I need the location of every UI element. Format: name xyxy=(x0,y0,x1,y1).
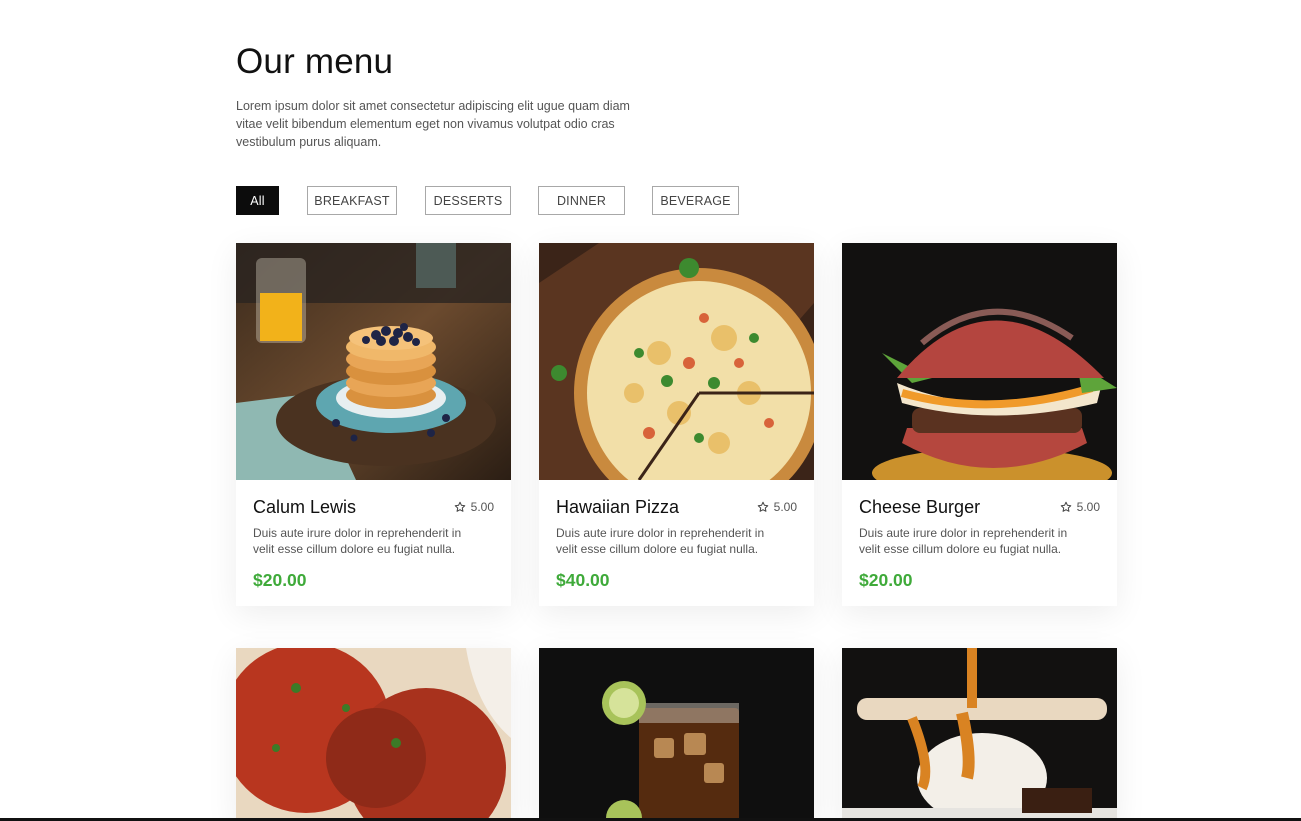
rating: 5.00 xyxy=(757,500,797,514)
card-title: Calum Lewis xyxy=(253,497,357,517)
card-price: $20.00 xyxy=(859,570,913,590)
card-body: Hawaiian Pizza 5.00 Duis aute irure dolo… xyxy=(539,480,814,606)
filter-beverage-button[interactable]: BEVERAGE xyxy=(652,186,739,215)
card-price: $20.00 xyxy=(253,570,307,590)
filter-dinner-button[interactable]: DINNER xyxy=(538,186,625,215)
filter-all-button[interactable]: All xyxy=(236,186,279,215)
filter-breakfast-button[interactable]: BREAKFAST xyxy=(307,186,397,215)
card-title: Cheese Burger xyxy=(859,497,981,517)
card-price: $40.00 xyxy=(556,570,610,590)
star-outline-icon xyxy=(1060,501,1071,512)
pancakes-photo xyxy=(236,243,511,480)
card-body: Calum Lewis 5.00 Duis aute irure dolor i… xyxy=(236,480,511,606)
rating-value: 5.00 xyxy=(773,500,797,514)
card-description: Duis aute irure dolor in reprehenderit i… xyxy=(253,526,462,556)
card-description: Duis aute irure dolor in reprehenderit i… xyxy=(859,526,1068,556)
rating: 5.00 xyxy=(454,500,494,514)
rating-value: 5.00 xyxy=(1076,500,1100,514)
menu-card[interactable] xyxy=(842,648,1117,821)
menu-card[interactable] xyxy=(236,648,511,821)
card-body: Cheese Burger 5.00 Duis aute irure dolor… xyxy=(842,480,1117,606)
filter-desserts-button[interactable]: DESSERTS xyxy=(425,186,511,215)
rating-value: 5.00 xyxy=(470,500,494,514)
menu-card[interactable]: Hawaiian Pizza 5.00 Duis aute irure dolo… xyxy=(539,243,814,606)
menu-card[interactable] xyxy=(539,648,814,821)
iced-drink-photo xyxy=(539,648,814,821)
meatballs-photo xyxy=(236,648,511,821)
menu-card[interactable]: Cheese Burger 5.00 Duis aute irure dolor… xyxy=(842,243,1117,606)
burger-photo xyxy=(842,243,1117,480)
pizza-photo xyxy=(539,243,814,480)
star-outline-icon xyxy=(757,501,768,512)
menu-card[interactable]: Calum Lewis 5.00 Duis aute irure dolor i… xyxy=(236,243,511,606)
star-outline-icon xyxy=(454,501,465,512)
page-title: Our menu xyxy=(236,42,394,81)
menu-page: Our menu Lorem ipsum dolor sit amet cons… xyxy=(0,0,1301,821)
intro-text: Lorem ipsum dolor sit amet consectetur a… xyxy=(236,99,630,149)
ice-cream-dessert-photo xyxy=(842,648,1117,821)
card-title: Hawaiian Pizza xyxy=(556,497,680,517)
rating: 5.00 xyxy=(1060,500,1100,514)
card-description: Duis aute irure dolor in reprehenderit i… xyxy=(556,526,765,556)
